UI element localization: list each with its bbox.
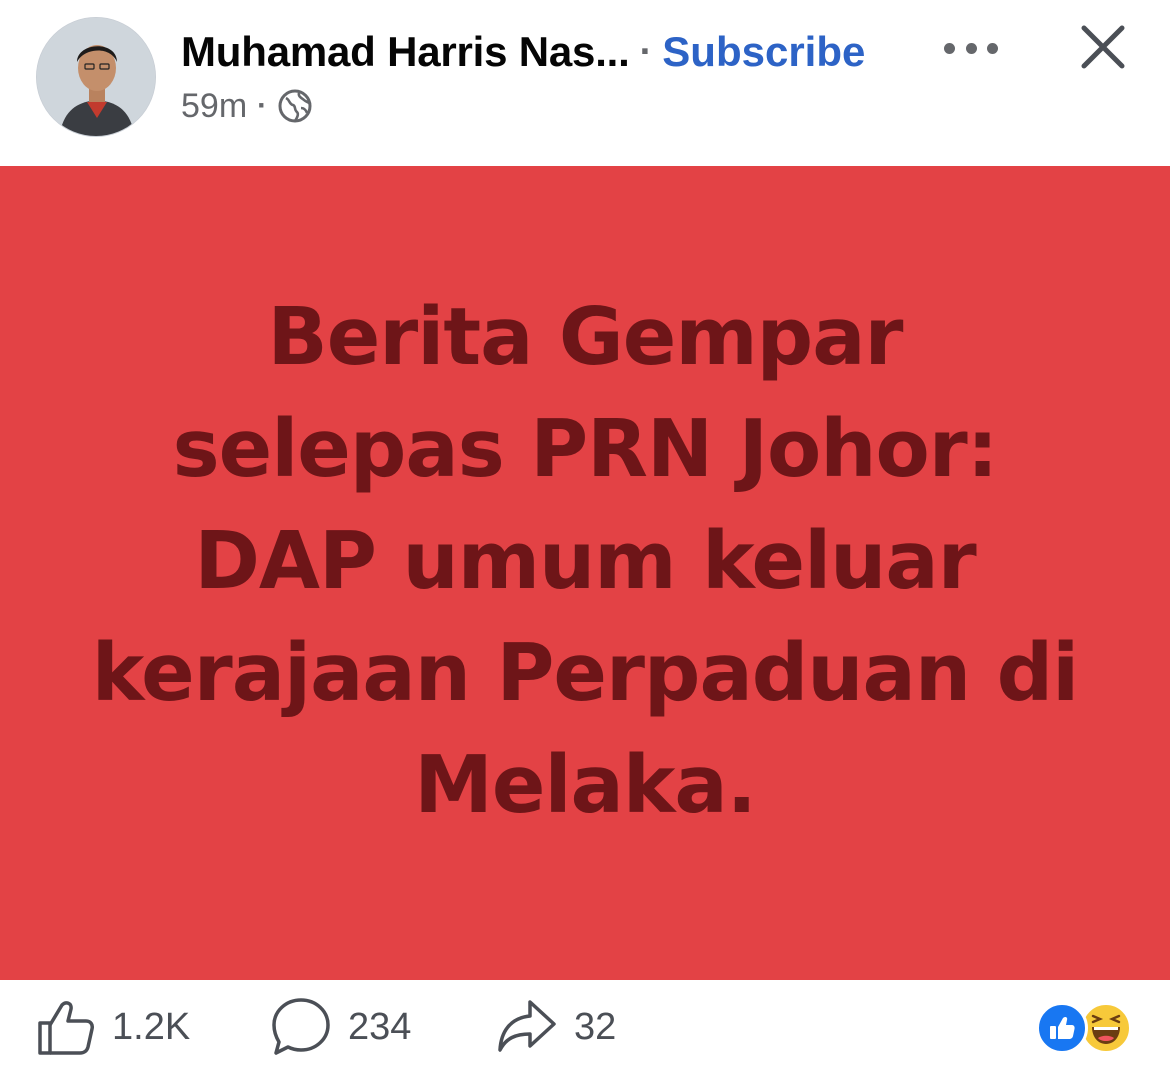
name-separator: ·: [639, 30, 653, 73]
like-count: 1.2K: [112, 1005, 191, 1048]
more-options-button[interactable]: [944, 38, 998, 58]
subscribe-link[interactable]: Subscribe: [662, 28, 865, 76]
post-actions-bar: 1.2K 234 32: [0, 980, 1170, 1074]
post-timestamp[interactable]: 59m: [181, 87, 247, 126]
share-arrow-icon: [498, 1000, 556, 1052]
post-text-line: Melaka.: [414, 739, 756, 831]
post-text-line: DAP umum keluar: [194, 515, 976, 607]
reactions-summary[interactable]: [1036, 1002, 1136, 1058]
globe-icon: [278, 89, 312, 123]
post-header: Muhamad Harris Nas... · Subscribe 59m ·: [0, 0, 1170, 166]
like-reaction-icon: [1036, 1002, 1088, 1054]
more-dot-icon: [944, 42, 955, 54]
author-line: Muhamad Harris Nas... · Subscribe: [181, 26, 865, 78]
close-icon: [1081, 25, 1125, 69]
like-reaction-glyph: [1050, 1016, 1075, 1039]
avatar-photo: [37, 18, 155, 136]
meta-separator: ·: [257, 89, 268, 122]
thumbs-up-icon: [38, 1001, 94, 1055]
haha-face-glyph: [1091, 1014, 1121, 1044]
post-text-line: selepas PRN Johor:: [172, 403, 999, 495]
post-text-line: Berita Gempar: [267, 291, 904, 383]
post-text: Berita Gempar selepas PRN Johor: DAP umu…: [35, 281, 1135, 841]
close-button[interactable]: [1078, 22, 1128, 72]
more-dot-icon: [965, 42, 977, 54]
facebook-post: Muhamad Harris Nas... · Subscribe 59m ·: [0, 0, 1170, 1074]
author-avatar[interactable]: [36, 17, 156, 137]
post-meta: 59m ·: [181, 84, 313, 128]
share-button[interactable]: 32: [496, 996, 616, 1058]
more-dot-icon: [987, 42, 998, 54]
post-text-line: kerajaan Perpaduan di: [91, 627, 1079, 719]
author-name[interactable]: Muhamad Harris Nas...: [181, 28, 630, 76]
like-button[interactable]: 1.2K: [36, 996, 190, 1058]
comment-button[interactable]: 234: [270, 996, 411, 1058]
share-count: 32: [574, 1005, 617, 1048]
post-text-background: Berita Gempar selepas PRN Johor: DAP umu…: [0, 166, 1170, 980]
comment-bubble-icon: [272, 998, 330, 1055]
comment-count: 234: [348, 1005, 412, 1048]
